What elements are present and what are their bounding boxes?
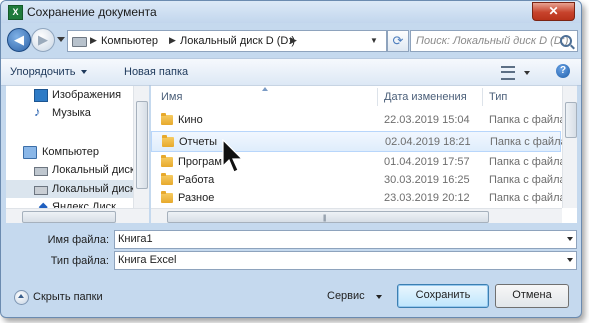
scrollbar-thumb[interactable]: ||| [167, 211, 489, 223]
excel-app-icon: X [8, 5, 23, 20]
file-name: Работа [178, 174, 215, 186]
collapse-folders-icon[interactable] [14, 290, 29, 305]
filename-input[interactable]: Книга1 [114, 230, 577, 249]
file-date: 22.03.2019 15:04 [384, 114, 470, 126]
search-placeholder: Поиск: Локальный диск D (D:) [416, 35, 569, 47]
command-toolbar: Упорядочить Новая папка ? [1, 58, 581, 86]
breadcrumb-arrow-icon[interactable]: ▶ [169, 35, 176, 46]
chevron-down-icon[interactable] [567, 258, 573, 262]
file-row[interactable]: Разное 23.03.2019 20:12 Папка с файлами [151, 188, 577, 209]
file-date: 02.04.2019 18:21 [385, 136, 471, 148]
sidebar-item-label: Музыка [52, 107, 91, 119]
search-icon[interactable] [560, 35, 572, 47]
sidebar-vertical-scrollbar[interactable] [133, 86, 149, 208]
scrollbar-thumb[interactable] [136, 101, 148, 189]
navigation-bar: ◀ ▶ ▶ Компьютер ▶ Локальный диск D (D:) … [1, 23, 581, 57]
filetype-label: Тип файла: [50, 255, 109, 267]
back-button[interactable]: ◀ [7, 28, 31, 52]
sidebar-item-label: Изображения [52, 89, 122, 101]
scrollbar-grip-icon: ||| [323, 215, 327, 222]
file-row[interactable]: Кино 22.03.2019 15:04 Папка с файлами [151, 110, 577, 131]
chevron-down-icon [81, 70, 88, 75]
file-name: Разное [178, 192, 215, 204]
drive-icon [34, 167, 48, 176]
file-name: Кино [178, 114, 203, 126]
address-dropdown-icon[interactable]: ▼ [370, 36, 378, 45]
mouse-cursor-icon [222, 139, 244, 173]
drive-icon [72, 37, 87, 47]
file-list-horizontal-scrollbar[interactable]: ||| [151, 208, 562, 223]
folder-icon [161, 113, 173, 125]
breadcrumb-computer[interactable]: Компьютер [101, 35, 158, 47]
title-bar: X Сохранение документа ✕ [1, 1, 581, 23]
chevron-down-icon[interactable] [567, 237, 573, 241]
save-button[interactable]: Сохранить [397, 284, 489, 308]
address-bar[interactable]: ▶ Компьютер ▶ Локальный диск D (D:) ▶ ▼ [67, 30, 387, 52]
file-row[interactable]: Отчеты 02.04.2019 18:21 Папка с файлами [151, 131, 577, 152]
tools-menu[interactable]: Сервис [327, 290, 365, 302]
drive-icon [34, 186, 48, 195]
chevron-down-icon[interactable] [376, 295, 382, 299]
save-dialog: X Сохранение документа ✕ ◀ ▶ ▶ Компьютер… [0, 0, 582, 318]
column-header-date[interactable]: Дата изменения [378, 86, 482, 108]
views-icon[interactable] [501, 66, 515, 80]
sidebar-item-label: Локальный диск [52, 183, 135, 195]
music-icon: ♪ [34, 104, 41, 119]
recent-locations-dropdown[interactable] [57, 37, 65, 42]
breadcrumb-arrow-icon[interactable]: ▶ [90, 35, 97, 46]
hide-folders-button[interactable]: Скрыть папки [33, 291, 103, 303]
folder-icon [161, 155, 173, 167]
sidebar-item-local-disk-c[interactable]: Локальный диск [6, 161, 149, 179]
column-header-name[interactable]: Имя [151, 86, 377, 108]
organize-menu[interactable]: Упорядочить [10, 66, 88, 78]
sidebar-item-computer[interactable]: Компьютер [6, 143, 149, 161]
filename-label: Имя файла: [47, 234, 109, 246]
file-date: 23.03.2019 20:12 [384, 192, 470, 204]
filetype-value: Книга Excel [118, 254, 177, 266]
organize-label: Упорядочить [10, 66, 76, 78]
breadcrumb-arrow-icon[interactable]: ▶ [290, 35, 297, 46]
filename-value: Книга1 [118, 233, 153, 245]
search-box[interactable]: Поиск: Локальный диск D (D:) [410, 30, 578, 52]
breadcrumb-local-disk-d[interactable]: Локальный диск D (D:) [180, 35, 295, 47]
views-dropdown-icon[interactable] [524, 71, 530, 75]
folder-icon [162, 135, 174, 147]
computer-icon [23, 146, 37, 159]
cancel-button[interactable]: Отмена [495, 284, 569, 308]
refresh-button[interactable]: ⟳ [387, 30, 409, 52]
sidebar-item-local-disk-d[interactable]: Локальный диск [6, 180, 149, 198]
folder-icon [161, 191, 173, 203]
file-list-vertical-scrollbar[interactable] [562, 86, 577, 208]
scrollbar-thumb[interactable] [565, 102, 577, 138]
close-button[interactable]: ✕ [532, 2, 575, 21]
column-header-type[interactable]: Тип [483, 86, 563, 108]
window-title: Сохранение документа [27, 5, 157, 19]
sidebar-horizontal-scrollbar[interactable] [6, 208, 149, 223]
sidebar-item-pictures[interactable]: Изображения [6, 86, 149, 104]
sidebar-item-label: Локальный диск [52, 164, 135, 176]
file-name: Програм [178, 156, 222, 168]
forward-button[interactable]: ▶ [31, 28, 55, 52]
sidebar-item-label: Компьютер [42, 146, 99, 158]
file-date: 30.03.2019 16:25 [384, 174, 470, 186]
file-name: Отчеты [179, 136, 218, 148]
file-list: Имя Дата изменения Тип Кино 22.03.2019 1… [151, 85, 577, 223]
navigation-pane: Изображения ♪ Музыка Компьютер Локальный… [6, 85, 149, 223]
file-date: 01.04.2019 17:57 [384, 156, 470, 168]
new-folder-button[interactable]: Новая папка [124, 66, 188, 78]
folder-icon [161, 173, 173, 185]
pictures-icon [34, 89, 48, 102]
help-icon[interactable]: ? [556, 64, 570, 78]
filetype-select[interactable]: Книга Excel [114, 251, 577, 270]
scrollbar-thumb[interactable] [22, 211, 116, 223]
sidebar-item-music[interactable]: ♪ Музыка [6, 104, 149, 122]
